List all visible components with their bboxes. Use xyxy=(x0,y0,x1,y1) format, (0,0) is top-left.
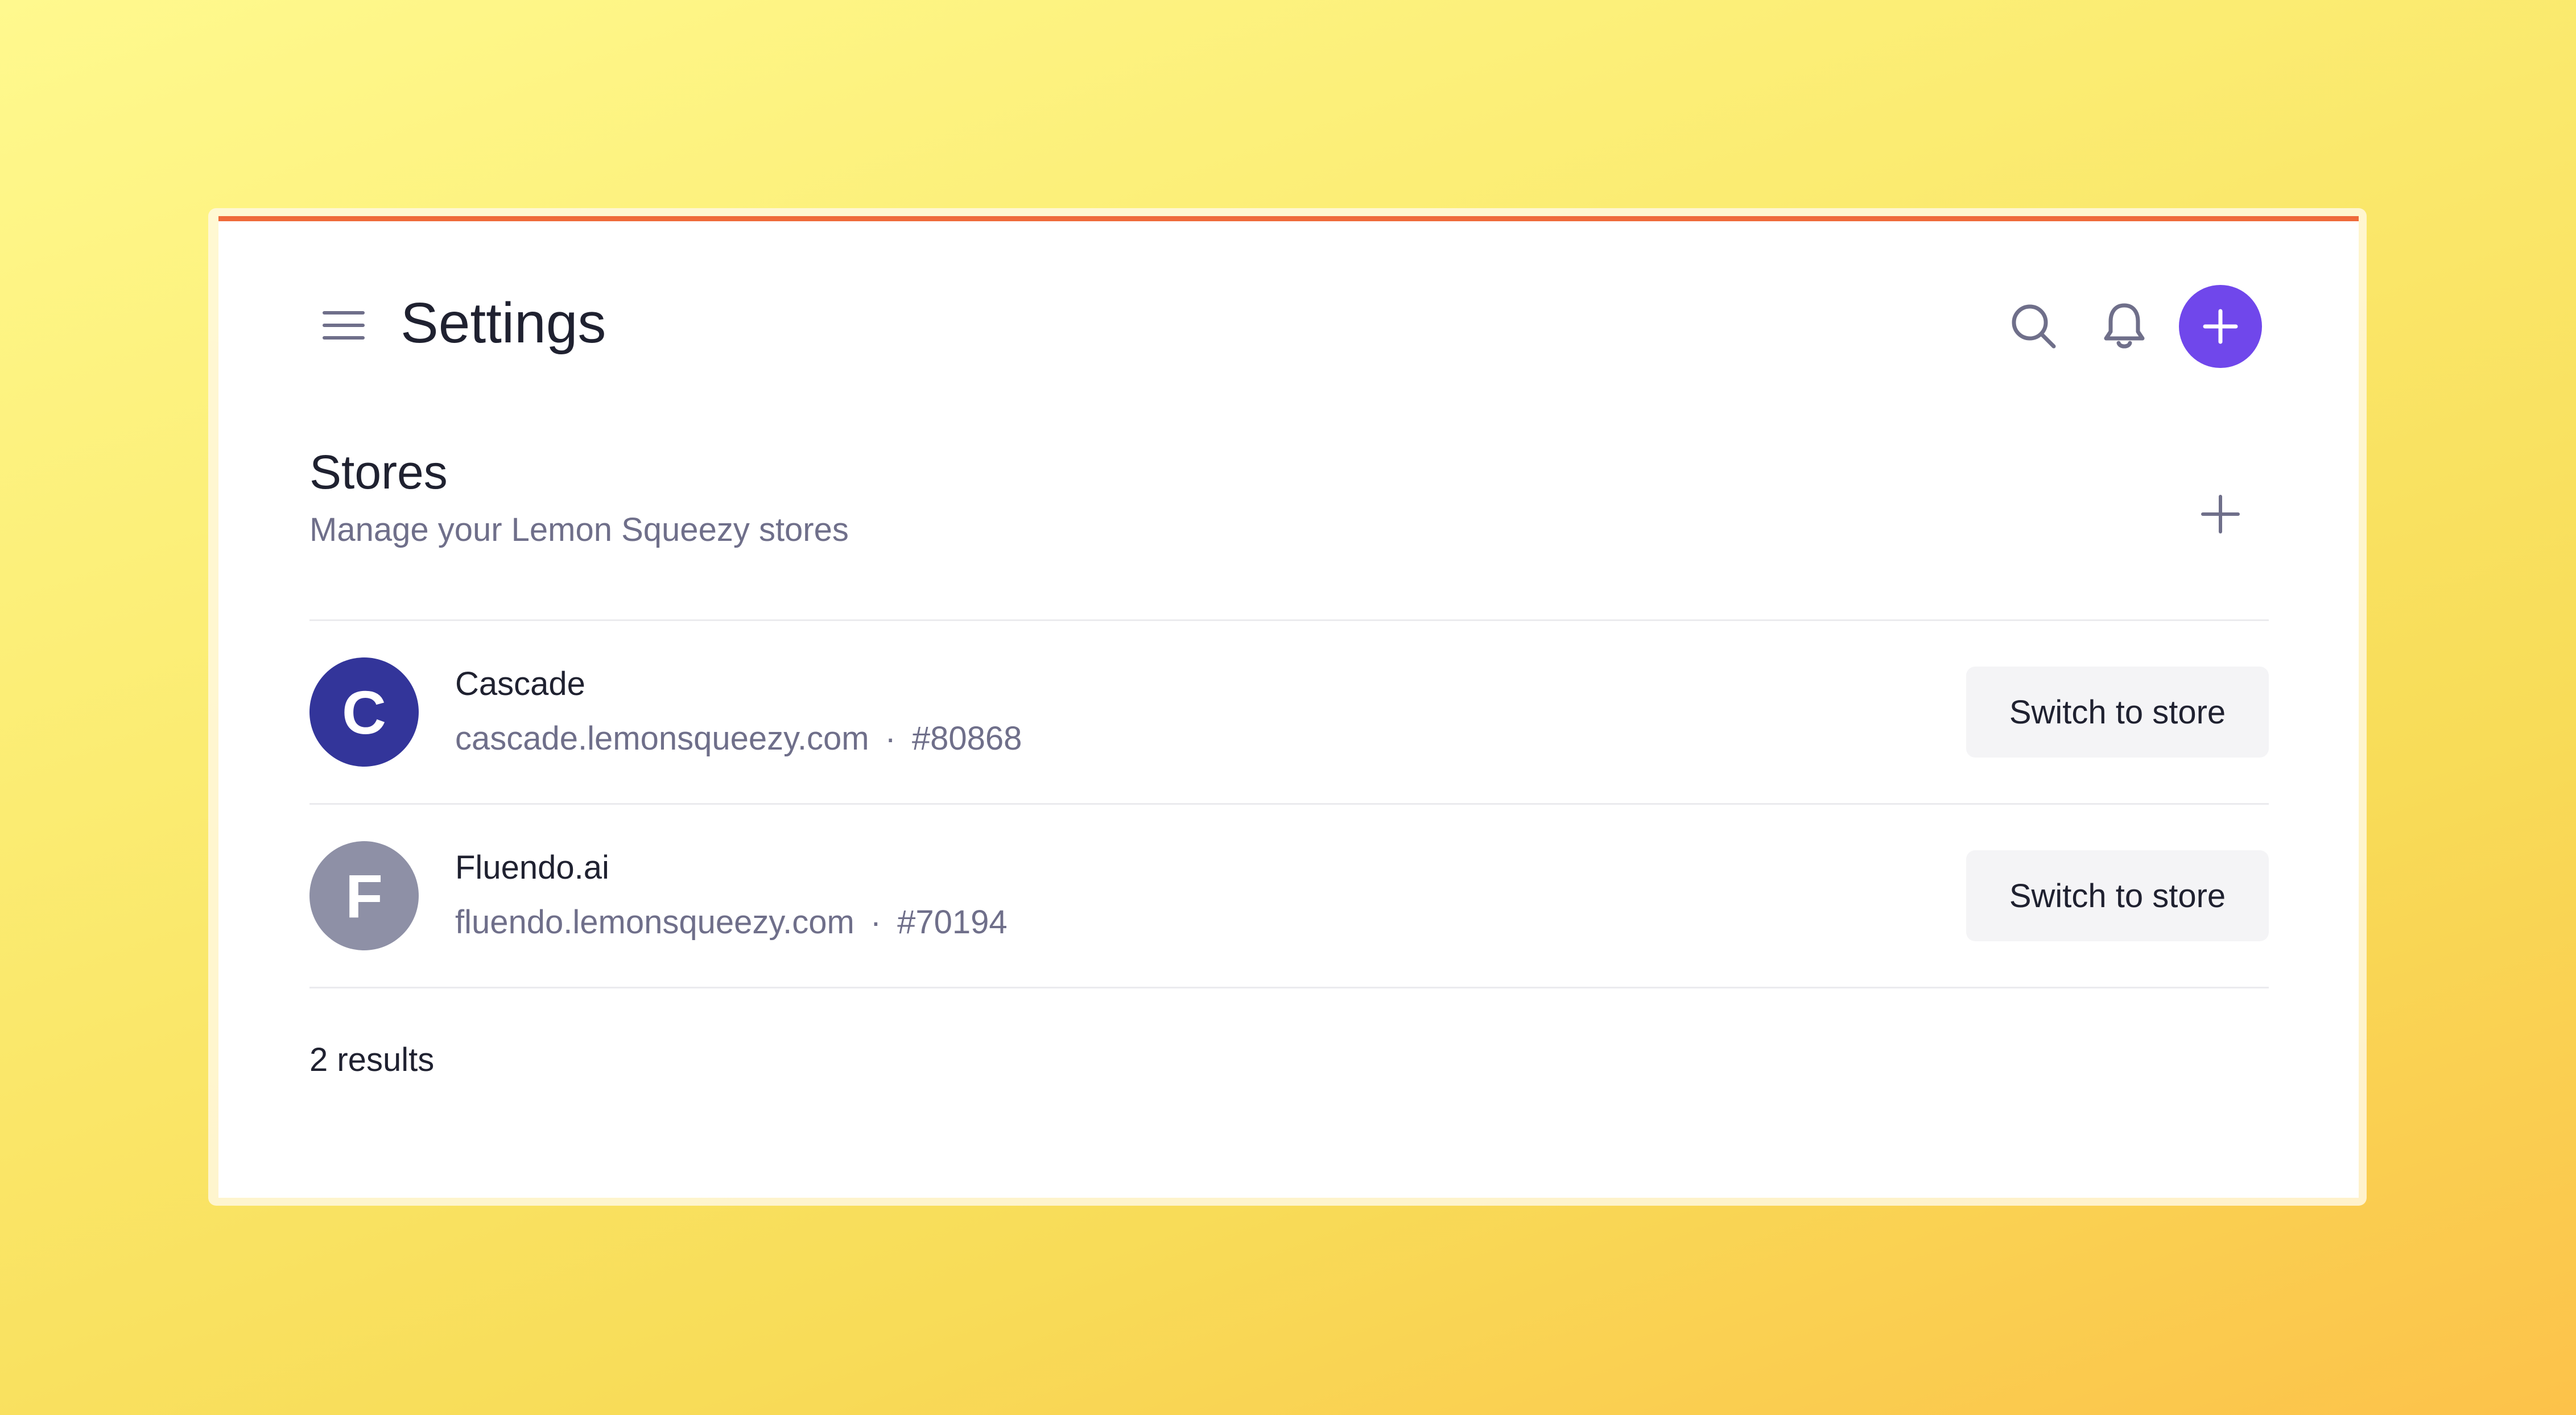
bell-icon[interactable] xyxy=(2096,297,2153,354)
switch-to-store-button[interactable]: Switch to store xyxy=(1966,850,2269,941)
store-meta: cascade.lemonsqueezy.com · #80868 xyxy=(455,719,1022,759)
divider xyxy=(309,987,2269,988)
plus-icon xyxy=(2203,309,2238,344)
store-name: Cascade xyxy=(455,665,585,702)
store-avatar: C xyxy=(309,657,419,767)
store-domain: fluendo.lemonsqueezy.com xyxy=(455,904,854,941)
store-row-fluendo: F Fluendo.ai fluendo.lemonsqueezy.com · #7… xyxy=(309,805,2269,987)
switch-to-store-button[interactable]: Switch to store xyxy=(1966,667,2269,758)
store-id: #70194 xyxy=(897,904,1008,941)
store-row-cascade: C Cascade cascade.lemonsqueezy.com · #8086… xyxy=(309,621,2269,803)
section-title: Stores xyxy=(309,445,448,499)
search-icon[interactable] xyxy=(2005,297,2062,354)
add-button[interactable] xyxy=(2179,285,2262,368)
store-id: #80868 xyxy=(911,720,1022,757)
store-avatar: F xyxy=(309,841,419,950)
page-title: Settings xyxy=(401,291,606,355)
store-name: Fluendo.ai xyxy=(455,849,609,886)
settings-panel: Settings Stores Manage your Lemon Squeez… xyxy=(218,216,2359,1198)
store-domain: cascade.lemonsqueezy.com xyxy=(455,720,869,757)
meta-separator: · xyxy=(870,904,882,941)
hamburger-menu-icon[interactable] xyxy=(319,300,369,350)
results-count: 2 results xyxy=(309,1041,435,1078)
section-subtitle: Manage your Lemon Squeezy stores xyxy=(309,511,849,548)
store-meta: fluendo.lemonsqueezy.com · #70194 xyxy=(455,903,1008,942)
plus-icon xyxy=(2201,495,2240,533)
meta-separator: · xyxy=(885,720,896,757)
add-store-button[interactable] xyxy=(2195,489,2246,540)
